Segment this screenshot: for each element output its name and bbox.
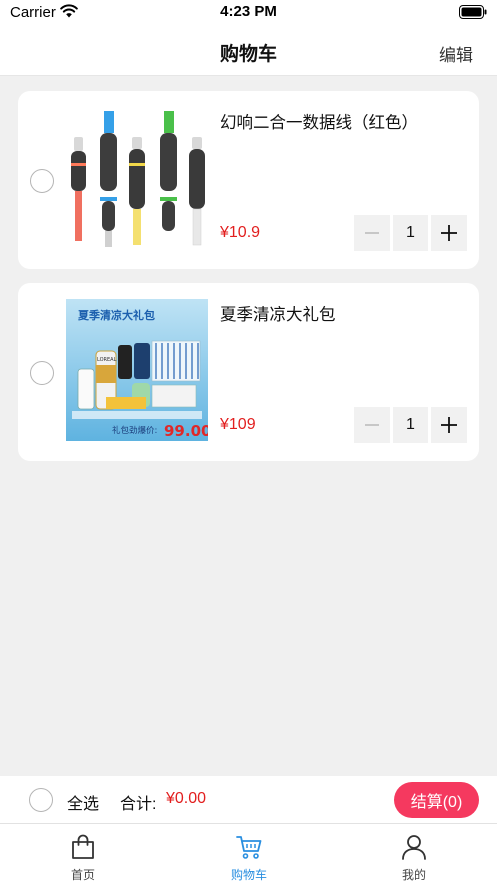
minus-icon	[365, 232, 379, 234]
product-image-gift-pack: 夏季清凉大礼包 LOREAL 礼包劲爆价: 99.00	[66, 299, 208, 441]
gift-pack-promo-label: 礼包劲爆价:	[112, 425, 157, 436]
select-all-label[interactable]: 全选	[67, 790, 99, 814]
cart-icon	[236, 836, 262, 859]
cart-item: 夏季清凉大礼包 LOREAL 礼包劲爆价: 99.00 夏季清凉大礼包 ¥109…	[18, 283, 479, 461]
tab-home[interactable]: 首页	[0, 824, 166, 883]
tab-cart-label: 购物车	[230, 868, 267, 882]
cart-item: 幻响二合一数据线（红色） ¥10.9 1	[18, 91, 479, 269]
plus-icon	[441, 417, 457, 433]
tab-cart[interactable]: 购物车	[166, 824, 332, 883]
quantity-value[interactable]: 1	[393, 407, 428, 443]
gift-pack-promo-price: 99.00	[164, 422, 208, 440]
status-bar: Carrier 4:23 PM	[0, 0, 497, 28]
status-time: 4:23 PM	[220, 3, 277, 20]
battery-icon	[459, 5, 487, 19]
increase-button[interactable]	[431, 407, 467, 443]
shopping-bag-icon	[72, 834, 94, 859]
tab-bar: 首页 购物车 我的	[0, 824, 497, 883]
decrease-button[interactable]	[354, 215, 390, 251]
quantity-value[interactable]: 1	[393, 215, 428, 251]
gift-pack-headline: 夏季清凉大礼包	[78, 308, 155, 322]
product-price: ¥109	[220, 416, 256, 433]
select-all-radio[interactable]	[29, 788, 53, 812]
total-value: ¥0.00	[166, 790, 207, 807]
tab-mine-label: 我的	[401, 868, 426, 882]
decrease-button[interactable]	[354, 407, 390, 443]
tab-home-label: 首页	[70, 868, 95, 882]
quantity-stepper: 1	[354, 407, 467, 443]
edit-button[interactable]: 编辑	[439, 41, 473, 66]
gift-pack-brand: LOREAL	[97, 357, 117, 363]
item-select-radio[interactable]	[30, 361, 54, 385]
tab-mine[interactable]: 我的	[331, 824, 497, 883]
product-name: 幻响二合一数据线（红色）	[220, 114, 418, 132]
quantity-stepper: 1	[354, 215, 467, 251]
nav-bar: 购物车 编辑	[0, 28, 497, 76]
checkout-bar: 全选 合计: ¥0.00 结算(0)	[0, 776, 497, 824]
product-image-cable	[66, 107, 208, 249]
person-icon	[402, 835, 426, 860]
product-price: ¥10.9	[220, 224, 261, 241]
minus-icon	[365, 424, 379, 426]
page-title: 购物车	[219, 44, 277, 65]
checkout-button[interactable]: 结算(0)	[394, 782, 479, 818]
total-label: 合计:	[120, 796, 157, 813]
plus-icon	[441, 225, 457, 241]
product-name: 夏季清凉大礼包	[220, 306, 336, 324]
increase-button[interactable]	[431, 215, 467, 251]
item-select-radio[interactable]	[30, 169, 54, 193]
